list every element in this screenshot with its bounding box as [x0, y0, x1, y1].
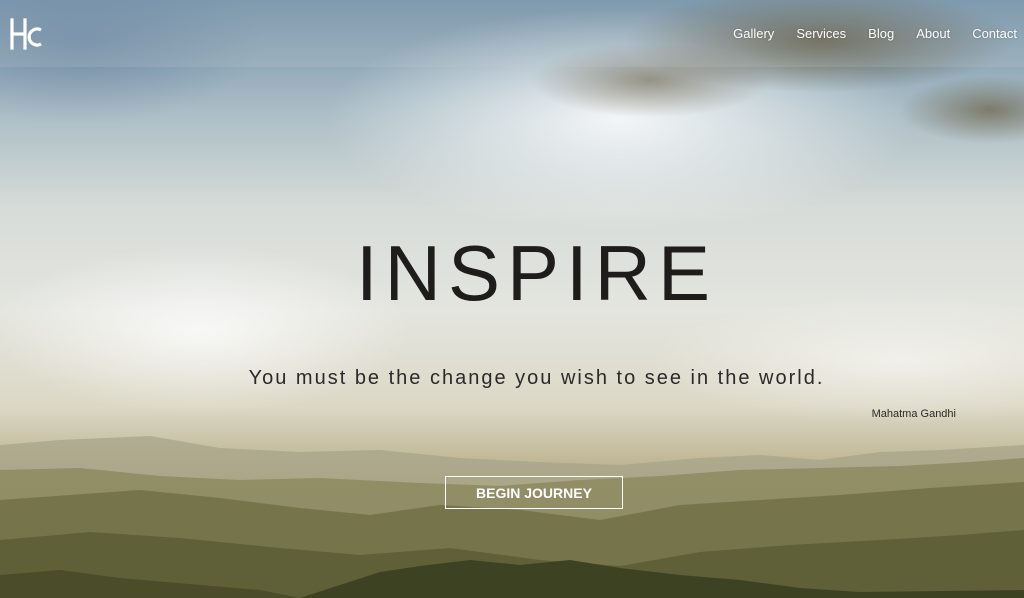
hero-title: INSPIRE — [355, 229, 718, 317]
hc-logo[interactable] — [9, 16, 43, 50]
nav-link-gallery[interactable]: Gallery — [733, 26, 774, 41]
main-nav: Gallery Services Blog About Contact — [711, 26, 1017, 41]
nav-link-services[interactable]: Services — [796, 26, 846, 41]
nav-link-contact[interactable]: Contact — [972, 26, 1017, 41]
hero-section: Gallery Services Blog About Contact INSP… — [0, 0, 1024, 598]
quote-author: Mahatma Gandhi — [871, 408, 956, 420]
top-navbar: Gallery Services Blog About Contact — [0, 0, 1024, 67]
hero-quote: You must be the change you wish to see i… — [248, 367, 825, 389]
nav-link-about[interactable]: About — [916, 26, 950, 41]
nav-link-blog[interactable]: Blog — [868, 26, 894, 41]
begin-journey-button[interactable]: BEGIN JOURNEY — [445, 476, 623, 509]
